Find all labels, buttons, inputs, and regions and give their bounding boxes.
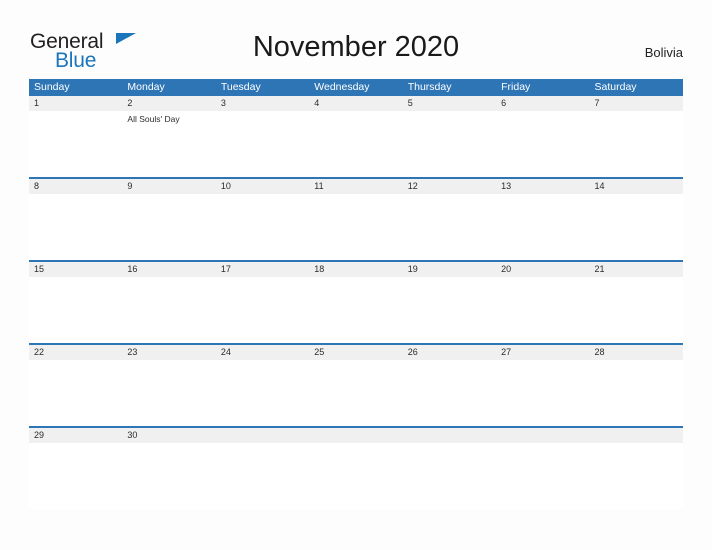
week-event-strip (29, 194, 683, 260)
day-cell[interactable] (403, 360, 496, 426)
day-number[interactable]: 3 (216, 96, 309, 111)
day-number[interactable]: 14 (590, 179, 683, 194)
day-number[interactable]: 25 (309, 345, 402, 360)
day-number[interactable] (590, 428, 683, 443)
day-number[interactable]: 22 (29, 345, 122, 360)
day-cell[interactable] (590, 111, 683, 177)
day-cell[interactable]: All Souls' Day (122, 111, 215, 177)
day-number[interactable]: 12 (403, 179, 496, 194)
page-title: November 2020 (252, 31, 460, 63)
calendar-grid: Sunday Monday Tuesday Wednesday Thursday… (29, 79, 683, 509)
day-cell[interactable] (496, 360, 589, 426)
day-cell[interactable] (590, 360, 683, 426)
week-event-strip (29, 277, 683, 343)
day-cell[interactable] (29, 443, 122, 509)
day-cell[interactable] (29, 277, 122, 343)
weekday-header-wednesday: Wednesday (314, 81, 370, 93)
day-cell[interactable] (216, 194, 309, 260)
day-cell[interactable] (216, 443, 309, 509)
week-event-strip (29, 443, 683, 509)
week-row: 29 30 (29, 426, 683, 509)
day-number[interactable] (309, 428, 402, 443)
day-cell[interactable] (29, 194, 122, 260)
weekday-header-monday: Monday (127, 81, 165, 93)
day-cell[interactable] (590, 443, 683, 509)
week-date-strip: 15 16 17 18 19 20 21 (29, 262, 683, 277)
week-event-strip (29, 360, 683, 426)
day-number[interactable]: 26 (403, 345, 496, 360)
day-cell[interactable] (216, 277, 309, 343)
week-date-strip: 22 23 24 25 26 27 28 (29, 345, 683, 360)
day-number[interactable]: 11 (309, 179, 402, 194)
day-cell[interactable] (403, 111, 496, 177)
day-number[interactable]: 7 (590, 96, 683, 111)
day-number[interactable]: 5 (403, 96, 496, 111)
day-number[interactable]: 29 (29, 428, 122, 443)
page-header: General Blue November 2020 Bolivia (0, 0, 712, 78)
day-number[interactable]: 24 (216, 345, 309, 360)
weekday-header-thursday: Thursday (407, 81, 452, 93)
weekday-header-saturday: Saturday (594, 81, 637, 93)
day-number[interactable]: 15 (29, 262, 122, 277)
day-cell[interactable] (496, 194, 589, 260)
day-cell[interactable] (309, 360, 402, 426)
day-cell[interactable] (122, 443, 215, 509)
day-number[interactable]: 9 (122, 179, 215, 194)
day-cell[interactable] (309, 194, 402, 260)
day-number[interactable]: 30 (122, 428, 215, 443)
day-cell[interactable] (590, 194, 683, 260)
week-row: 15 16 17 18 19 20 21 (29, 260, 683, 343)
weekday-header-row: Sunday Monday Tuesday Wednesday Thursday… (29, 79, 683, 96)
calendar-page: General Blue November 2020 Bolivia Sunda… (0, 0, 712, 550)
day-cell[interactable] (403, 194, 496, 260)
day-number[interactable]: 1 (29, 96, 122, 111)
day-cell[interactable] (496, 277, 589, 343)
day-number[interactable]: 13 (496, 179, 589, 194)
day-number[interactable]: 19 (403, 262, 496, 277)
day-cell[interactable] (403, 443, 496, 509)
day-number[interactable]: 2 (122, 96, 215, 111)
day-number[interactable]: 21 (590, 262, 683, 277)
weekday-header-tuesday: Tuesday (220, 81, 261, 93)
day-number[interactable]: 18 (309, 262, 402, 277)
day-number[interactable]: 8 (29, 179, 122, 194)
week-row: 22 23 24 25 26 27 28 (29, 343, 683, 426)
day-number[interactable]: 23 (122, 345, 215, 360)
day-number[interactable]: 28 (590, 345, 683, 360)
day-cell[interactable] (122, 360, 215, 426)
day-number[interactable] (496, 428, 589, 443)
day-number[interactable]: 27 (496, 345, 589, 360)
day-cell[interactable] (309, 111, 402, 177)
week-row: 1 2 3 4 5 6 7 All Souls' Day (29, 96, 683, 177)
week-event-strip: All Souls' Day (29, 111, 683, 177)
day-cell[interactable] (590, 277, 683, 343)
weekday-header-friday: Friday (501, 81, 531, 93)
day-number[interactable]: 4 (309, 96, 402, 111)
event-label: All Souls' Day (127, 114, 180, 124)
day-cell[interactable] (29, 360, 122, 426)
week-date-strip: 29 30 (29, 428, 683, 443)
day-cell[interactable] (216, 360, 309, 426)
country-label: Bolivia (644, 45, 683, 60)
day-cell[interactable] (309, 277, 402, 343)
week-date-strip: 1 2 3 4 5 6 7 (29, 96, 683, 111)
weekday-header-sunday: Sunday (34, 81, 70, 93)
day-cell[interactable] (122, 277, 215, 343)
day-cell[interactable] (309, 443, 402, 509)
day-number[interactable]: 10 (216, 179, 309, 194)
day-cell[interactable] (122, 194, 215, 260)
day-number[interactable] (403, 428, 496, 443)
day-cell[interactable] (496, 443, 589, 509)
day-cell[interactable] (496, 111, 589, 177)
day-number[interactable]: 17 (216, 262, 309, 277)
day-cell[interactable] (29, 111, 122, 177)
day-number[interactable] (216, 428, 309, 443)
week-date-strip: 8 9 10 11 12 13 14 (29, 179, 683, 194)
day-cell[interactable] (403, 277, 496, 343)
week-row: 8 9 10 11 12 13 14 (29, 177, 683, 260)
day-cell[interactable] (216, 111, 309, 177)
day-number[interactable]: 20 (496, 262, 589, 277)
day-number[interactable]: 16 (122, 262, 215, 277)
day-number[interactable]: 6 (496, 96, 589, 111)
